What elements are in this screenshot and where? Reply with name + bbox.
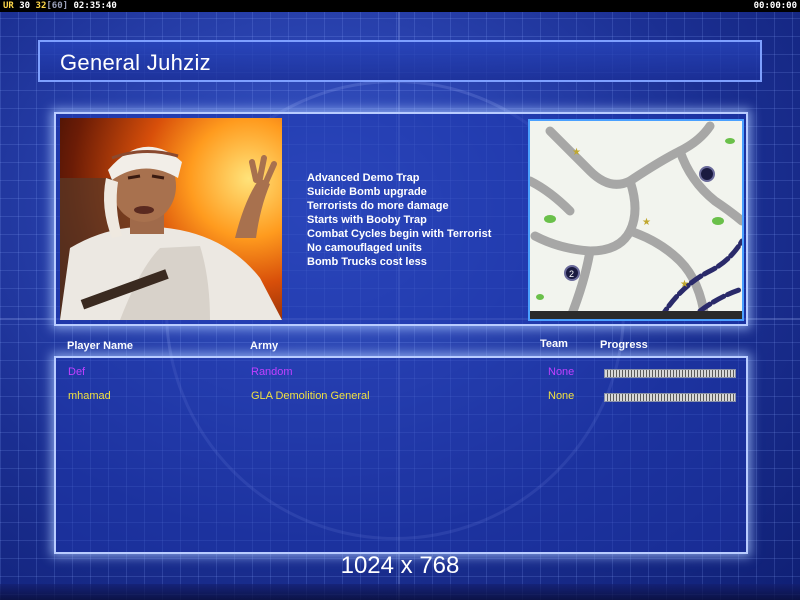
hud-bracket-value: [60] (46, 1, 69, 11)
general-info-panel: Advanced Demo Trap Suicide Bomb upgrade … (54, 112, 748, 326)
top-hud-bar: UR 30 32[60] 02:35:40 00:00:00 (0, 0, 800, 12)
trait-item: Suicide Bomb upgrade (307, 186, 427, 198)
start-position-2: 2 (569, 269, 574, 279)
general-portrait (60, 118, 282, 320)
column-header-progress: Progress (600, 339, 648, 351)
svg-text:★: ★ (680, 279, 689, 290)
player-name: mhamad (68, 390, 111, 402)
player-progress-fill (605, 394, 735, 401)
player-list-panel: Def Random None mhamad GLA Demolition Ge… (54, 356, 748, 554)
map-preview: ★ ★ ★ 2 (528, 119, 744, 321)
player-army: GLA Demolition General (251, 390, 370, 402)
player-progress-bar (604, 393, 736, 402)
loading-screen: UR 30 32[60] 02:35:40 00:00:00 General J… (0, 0, 800, 600)
player-row: mhamad GLA Demolition General None (56, 390, 746, 406)
player-team: None (548, 366, 575, 378)
bottom-decor-stripe (0, 584, 800, 600)
trait-item: Advanced Demo Trap (307, 172, 420, 184)
trait-item: No camouflaged units (307, 242, 422, 254)
trait-item: Bomb Trucks cost less (307, 256, 427, 268)
column-header-army: Army (250, 340, 279, 352)
player-team: None (548, 390, 575, 402)
page-title: General Juhziz (60, 50, 211, 75)
hud-timer: 00:00:00 (753, 1, 797, 11)
general-traits-list: Advanced Demo Trap Suicide Bomb upgrade … (307, 171, 491, 269)
map-preview-bottom-bar (530, 311, 742, 319)
player-row: Def Random None (56, 366, 746, 382)
svg-text:★: ★ (572, 147, 581, 158)
portrait-illustration (60, 146, 282, 320)
svg-text:★: ★ (642, 217, 651, 228)
player-progress-fill (605, 370, 735, 377)
column-header-team: Team (540, 338, 568, 350)
hud-label: UR (3, 1, 14, 11)
hud-stats: UR 30 32[60] 02:35:40 (3, 0, 117, 12)
player-progress-bar (604, 369, 736, 378)
column-header-player-name: Player Name (67, 340, 134, 352)
hud-value-2: 32 (35, 1, 47, 11)
player-name: Def (68, 366, 86, 378)
trait-item: Starts with Booby Trap (307, 214, 427, 226)
hud-clock: 02:35:40 (73, 1, 117, 11)
map-terrain: ★ ★ ★ 2 (530, 121, 742, 319)
trait-item: Terrorists do more damage (307, 200, 449, 212)
resolution-label: 1024 x 768 (340, 552, 460, 579)
header-panel: General Juhziz (38, 40, 762, 82)
player-army: Random (251, 366, 293, 378)
trait-item: Combat Cycles begin with Terrorist (307, 228, 492, 240)
hud-value-1: 30 (19, 1, 31, 11)
